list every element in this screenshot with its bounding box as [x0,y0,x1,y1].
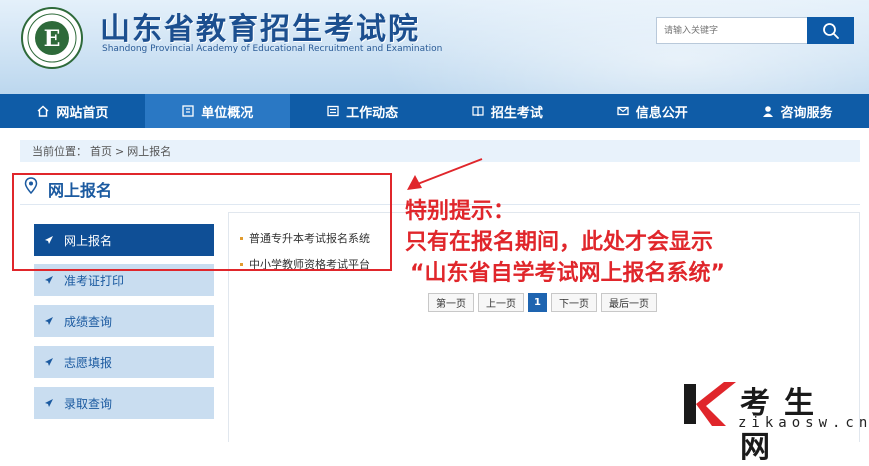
book-icon [472,106,484,117]
nav-label: 网站首页 [56,105,109,121]
site-title: 山东省教育招生考试院 [100,12,420,47]
nav-label: 招生考试 [490,105,543,121]
first-page-button[interactable]: 第一页 [428,293,474,312]
next-page-button[interactable]: 下一页 [551,293,597,312]
sidebar-item-label: 志愿填报 [64,355,113,370]
breadcrumb-separator: > [115,144,125,158]
nav-label: 工作动态 [346,105,399,121]
sidebar-item-label: 成绩查询 [64,314,113,329]
sidebar-item-score-query[interactable]: 成绩查询 [34,305,214,337]
nav-label: 信息公开 [635,105,688,121]
highlight-box [12,173,392,271]
breadcrumb-home-link[interactable]: 首页 [90,143,112,159]
search-icon [822,22,839,39]
breadcrumb-prefix: 当前位置： [32,145,87,158]
breadcrumb-current-link[interactable]: 网上报名 [127,143,171,159]
site-subtitle: Shandong Provincial Academy of Education… [102,44,443,54]
nav-label: 咨询服务 [780,105,833,121]
sidebar-item-label: 准考证打印 [64,273,125,288]
academy-logo[interactable]: E [20,6,84,70]
nav-item-service[interactable]: 咨询服务 [724,94,869,128]
news-icon [327,105,339,117]
nav-item-home[interactable]: 网站首页 [0,94,145,128]
nav-item-about[interactable]: 单位概况 [144,94,290,128]
watermark-url: zikaosw.cn [738,415,869,431]
watermark-logo [684,382,736,426]
site-header: E 山东省教育招生考试院 Shandong Provincial Academy… [0,0,869,94]
notice-line: 只有在报名期间，此处才会显示 [405,230,714,255]
sidebar-item-label: 录取查询 [64,396,113,411]
pointer-arrow-icon [407,158,483,190]
person-icon [762,106,773,117]
main-nav: 网站首页 单位概况 工作动态 招生考试 信息公开 咨询服务 [0,94,869,128]
home-icon [37,105,49,117]
sidebar-item-admission-query[interactable]: 录取查询 [34,387,214,419]
prev-page-button[interactable]: 上一页 [478,293,524,312]
nav-item-news[interactable]: 工作动态 [290,94,435,128]
nav-item-info[interactable]: 信息公开 [579,94,724,128]
building-icon [182,105,194,117]
send-icon [45,358,53,366]
sidebar-item-application[interactable]: 志愿填报 [34,346,214,378]
search-button[interactable] [807,17,854,44]
current-page-button[interactable]: 1 [528,293,547,312]
send-icon [45,317,53,325]
notice-heading: 特别提示： [405,199,516,224]
mail-icon [617,106,629,116]
last-page-button[interactable]: 最后一页 [601,293,657,312]
notice-system-name: “山东省自学考试网上报名系统” [410,261,725,286]
send-icon [45,399,53,407]
nav-label: 单位概况 [201,105,254,121]
nav-item-exams[interactable]: 招生考试 [434,94,579,128]
send-icon [45,276,53,284]
svg-text:E: E [44,26,61,52]
search-input[interactable] [656,17,808,44]
